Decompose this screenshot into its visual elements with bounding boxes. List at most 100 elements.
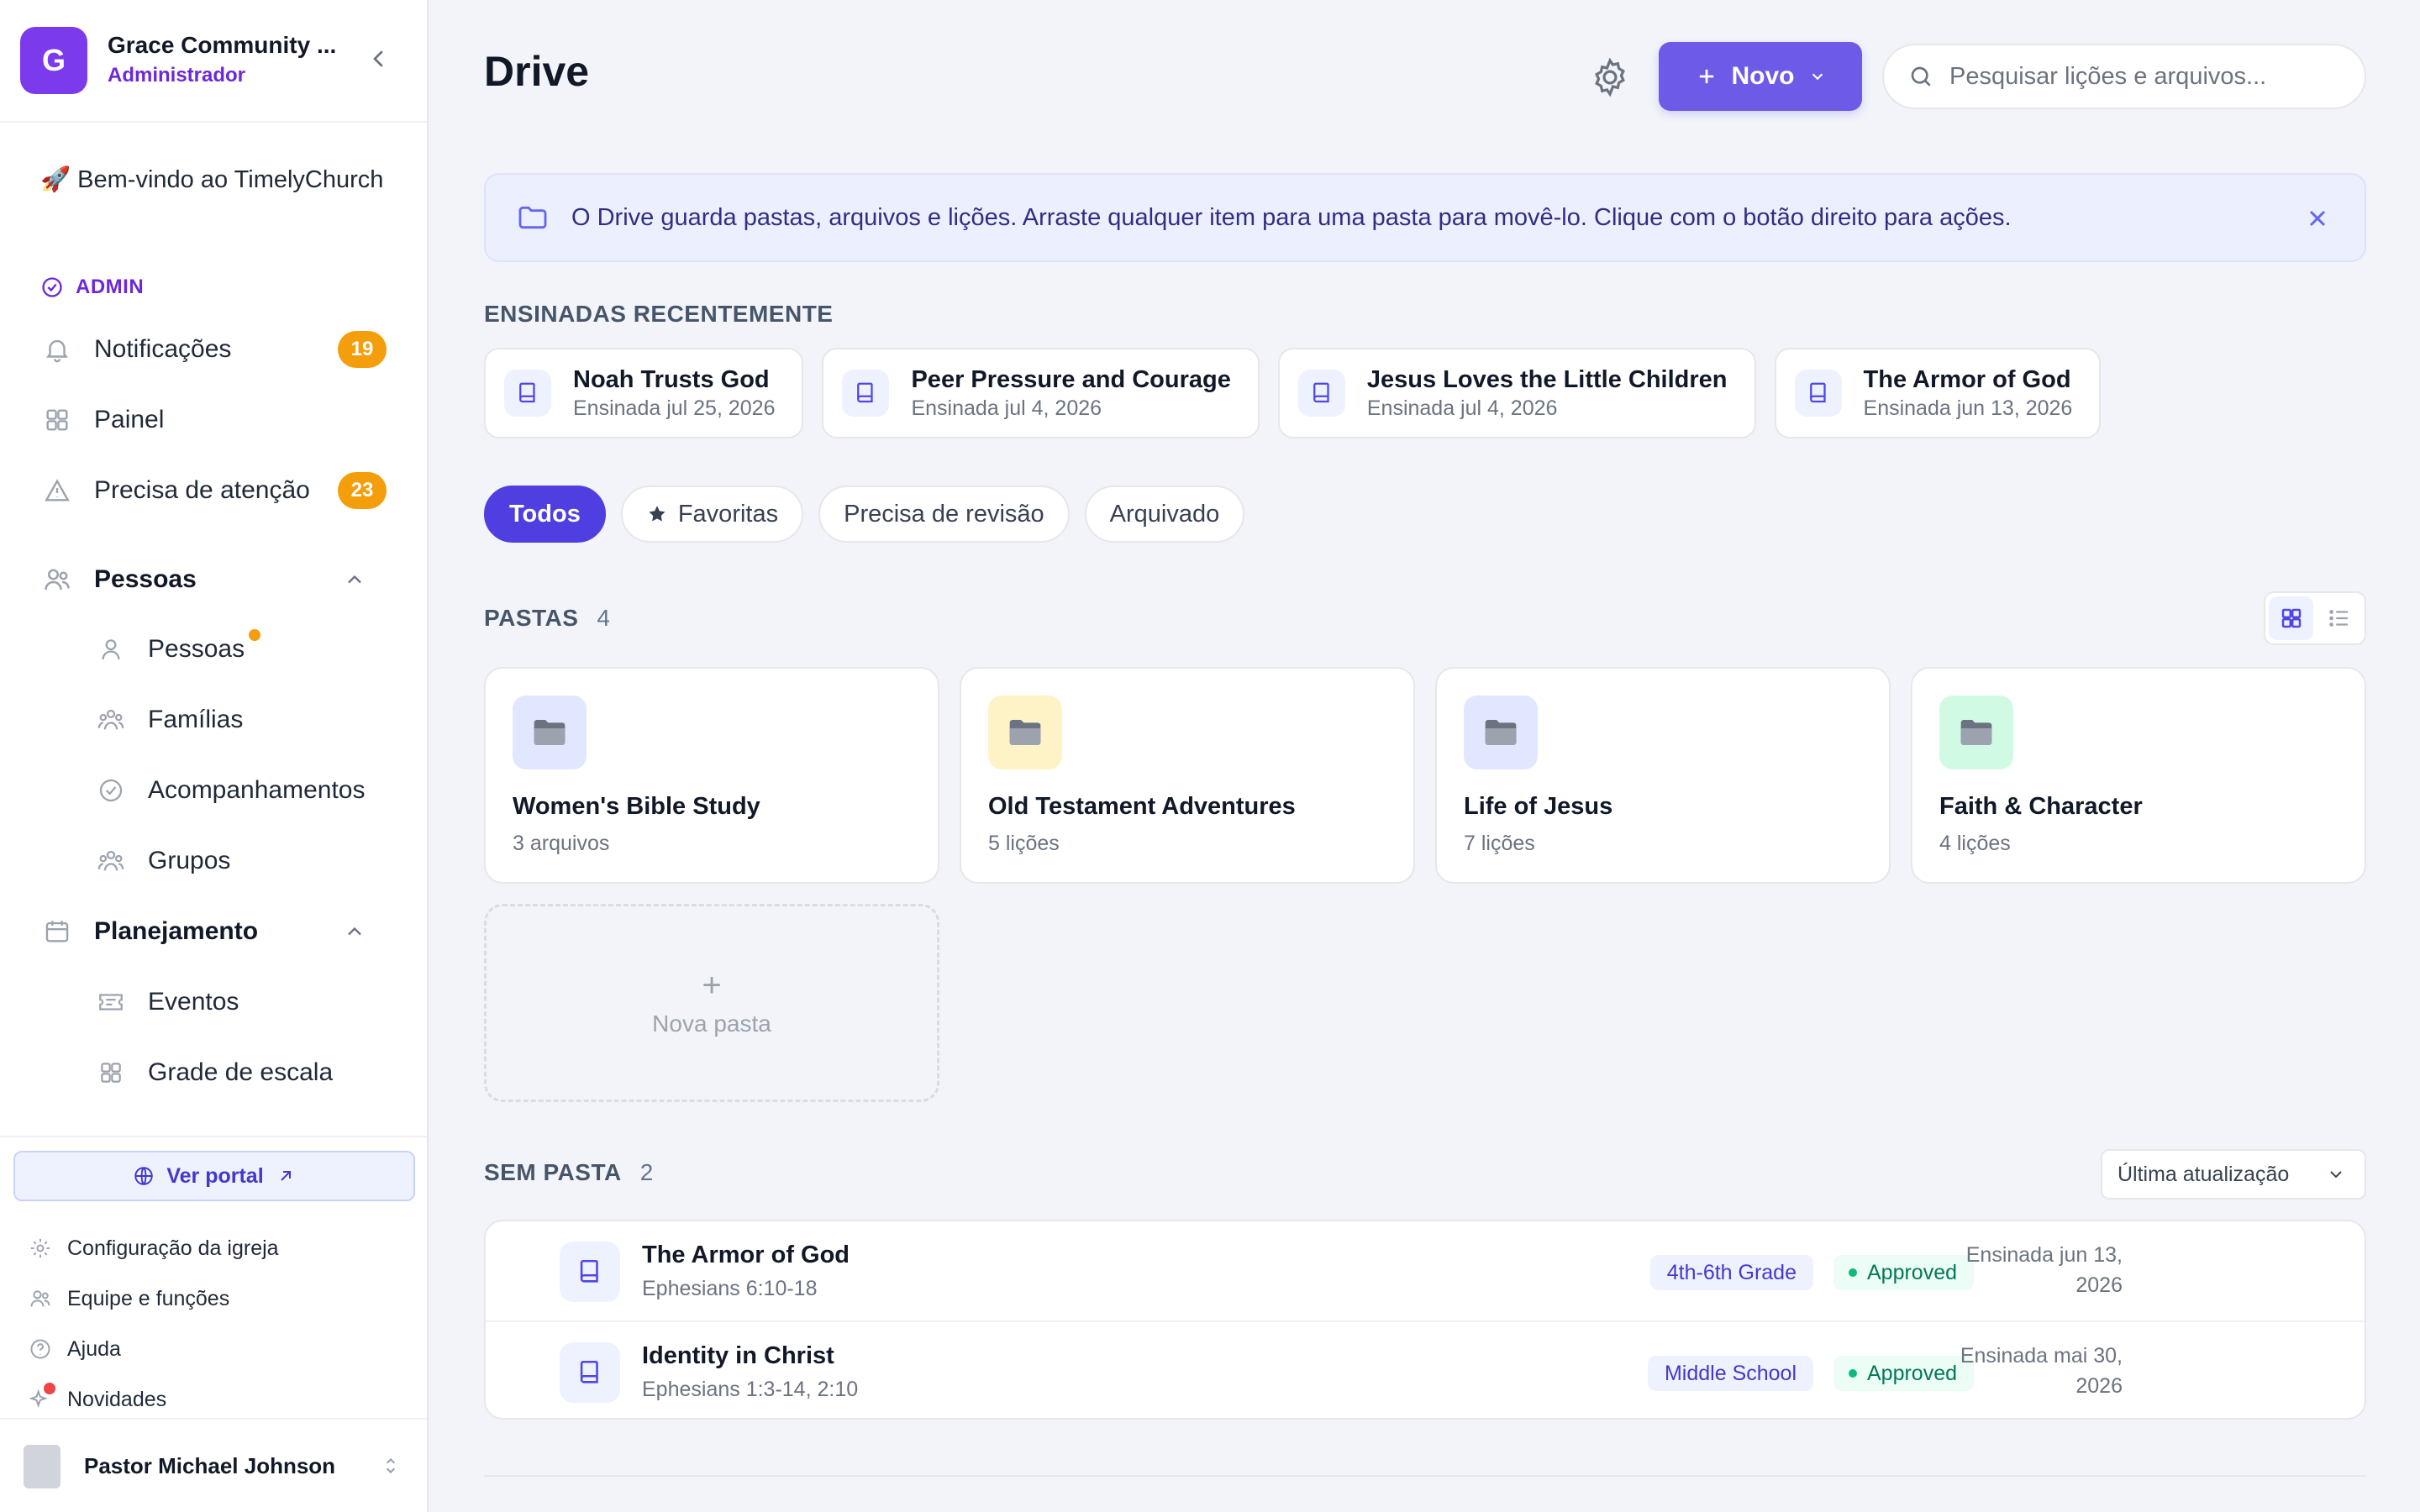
org-role: Administrador: [108, 64, 246, 87]
list-icon: [2328, 610, 2348, 627]
sidebar-item-notifications[interactable]: Notificações 19: [40, 324, 393, 375]
new-button[interactable]: Novo: [1659, 42, 1862, 111]
folder-card[interactable]: Faith & Character 4 lições: [1911, 667, 2366, 884]
sidebar-item-groups[interactable]: Grupos: [94, 836, 393, 886]
folder-name: Faith & Character: [1939, 793, 2143, 820]
settings-gear-icon[interactable]: [1588, 55, 1632, 99]
taught-date-year: 2026: [2075, 1374, 2123, 1398]
sidebar-item-dashboard[interactable]: Painel: [40, 395, 393, 445]
folders-count: 4: [597, 605, 611, 631]
sidebar-item-people[interactable]: Pessoas: [94, 624, 393, 675]
filter-all[interactable]: Todos: [484, 486, 606, 543]
sparkles-icon: [27, 1383, 55, 1413]
sidebar-item-label: Famílias: [148, 706, 244, 733]
sidebar-item-attention[interactable]: Precisa de atenção 23: [40, 465, 393, 516]
admin-label: ADMIN: [40, 276, 144, 299]
globe-icon: [134, 1167, 154, 1185]
sidebar-item-events[interactable]: Eventos: [94, 977, 393, 1027]
sidebar-item-label: Grupos: [148, 847, 231, 874]
lesson-title: The Armor of God: [642, 1242, 850, 1268]
sort-select[interactable]: Última atualização: [2101, 1149, 2366, 1200]
table-row[interactable]: The Armor of God Ephesians 6:10-18 4th-6…: [486, 1221, 2365, 1320]
star-icon: [649, 506, 666, 522]
search-box[interactable]: [1882, 44, 2366, 109]
warning-icon: [40, 474, 74, 507]
user-menu[interactable]: Pastor Michael Johnson: [0, 1418, 427, 1512]
bell-icon: [40, 333, 74, 366]
chevron-updown-icon: [386, 1457, 396, 1474]
info-banner-text: O Drive guarda pastas, arquivos e lições…: [571, 203, 2012, 231]
new-button-label: Novo: [1731, 62, 1795, 90]
list-view-button[interactable]: [2317, 596, 2361, 640]
recent-lesson-card[interactable]: Peer Pressure and Courage Ensinada jul 4,…: [822, 348, 1260, 438]
calendar-icon: [40, 915, 74, 948]
church-config-link[interactable]: Configuração da igreja: [27, 1230, 279, 1267]
help-link[interactable]: Ajuda: [27, 1331, 121, 1368]
attention-badge: 23: [338, 472, 387, 509]
sidebar-item-schedule[interactable]: Grade de escala: [94, 1047, 393, 1098]
grid-view-button[interactable]: [2269, 596, 2313, 640]
org-switcher[interactable]: G Grace Community ... Administrador: [0, 0, 427, 123]
chevron-down-icon: [1812, 73, 1823, 81]
view-portal-button[interactable]: Ver portal: [13, 1151, 415, 1201]
folder-icon: [988, 696, 1062, 769]
sidebar-item-families[interactable]: Famílias: [94, 695, 393, 745]
team-roles-label: Equipe e funções: [67, 1286, 230, 1310]
recent-lesson-title: Jesus Loves the Little Children: [1366, 366, 1728, 393]
welcome-link[interactable]: 🚀 Bem-vindo ao TimelyChurch: [40, 163, 393, 197]
team-roles-link[interactable]: Equipe e funções: [27, 1280, 229, 1317]
lesson-reference: Ephesians 6:10-18: [642, 1277, 818, 1300]
unfiled-heading-label: SEM PASTA: [484, 1159, 622, 1185]
sidebar-section-people[interactable]: Pessoas: [40, 554, 393, 605]
filter-needs-review[interactable]: Precisa de revisão: [818, 486, 1070, 543]
sidebar-item-followups[interactable]: Acompanhamentos: [94, 765, 393, 816]
collapse-sidebar-icon[interactable]: [365, 45, 392, 72]
sidebar: G Grace Community ... Administrador 🚀 Be…: [0, 0, 429, 1512]
people-indicator-dot: [249, 629, 260, 641]
sidebar-item-label: Pessoas: [148, 635, 245, 663]
divider: [484, 1475, 2366, 1477]
search-input[interactable]: [1949, 62, 2353, 91]
sort-select-value: Última atualização: [2118, 1162, 2290, 1186]
grade-badge: 4th-6th Grade: [1649, 1255, 1813, 1290]
sidebar-section-planning[interactable]: Planejamento: [40, 906, 393, 957]
external-arrow-icon: [280, 1171, 291, 1181]
folder-card[interactable]: Life of Jesus 7 lições: [1435, 667, 1891, 884]
recent-lesson-date: Ensinada jun 13, 2026: [1863, 396, 2073, 420]
new-folder-button[interactable]: + Nova pasta: [484, 904, 939, 1102]
folder-name: Old Testament Adventures: [988, 793, 1296, 820]
user-name: Pastor Michael Johnson: [84, 1453, 336, 1478]
recent-lesson-title: Peer Pressure and Courage: [911, 366, 1231, 393]
grid-icon: [2281, 608, 2301, 628]
filter-tabs: Todos Favoritas Precisa de revisão Arqui…: [484, 486, 1245, 543]
filter-favorites[interactable]: Favoritas: [620, 486, 804, 543]
admin-label-text: ADMIN: [76, 276, 145, 298]
close-icon[interactable]: [2304, 205, 2331, 232]
folder-card[interactable]: Old Testament Adventures 5 lições: [960, 667, 1415, 884]
book-icon: [560, 1342, 620, 1403]
info-banner: O Drive guarda pastas, arquivos e lições…: [484, 173, 2366, 262]
recent-lesson-card[interactable]: The Armor of God Ensinada jun 13, 2026: [1774, 348, 2102, 438]
filter-archived[interactable]: Arquivado: [1084, 486, 1245, 543]
book-icon: [560, 1242, 620, 1302]
sidebar-section-label: Pessoas: [94, 565, 197, 593]
sidebar-item-label: Eventos: [148, 988, 239, 1016]
news-link[interactable]: Novidades: [27, 1381, 166, 1418]
recent-lesson-card[interactable]: Noah Trusts God Ensinada jul 25, 2026: [484, 348, 804, 438]
check-circle-icon: [42, 277, 62, 297]
recent-lesson-title: Noah Trusts God: [573, 366, 770, 393]
folder-card[interactable]: Women's Bible Study 3 arquivos: [484, 667, 939, 884]
folder-grid: Women's Bible Study 3 arquivos Old Testa…: [484, 667, 2366, 1102]
recent-lesson-title: The Armor of God: [1863, 366, 2071, 393]
folder-icon: [1939, 696, 2013, 769]
recent-lesson-card[interactable]: Jesus Loves the Little Children Ensinada …: [1277, 348, 1756, 438]
notifications-badge: 19: [338, 331, 387, 368]
folder-count: 4 lições: [1939, 832, 2011, 855]
plus-icon: +: [702, 967, 722, 1004]
recent-heading: ENSINADAS RECENTEMENTE: [484, 301, 834, 327]
search-icon: [1911, 66, 1931, 87]
taught-date: Ensinada mai 30, 2026: [1914, 1341, 2123, 1401]
table-row[interactable]: Identity in Christ Ephesians 1:3-14, 2:1…: [486, 1320, 2365, 1418]
org-name: Grace Community ...: [108, 32, 337, 58]
family-icon: [94, 703, 128, 737]
